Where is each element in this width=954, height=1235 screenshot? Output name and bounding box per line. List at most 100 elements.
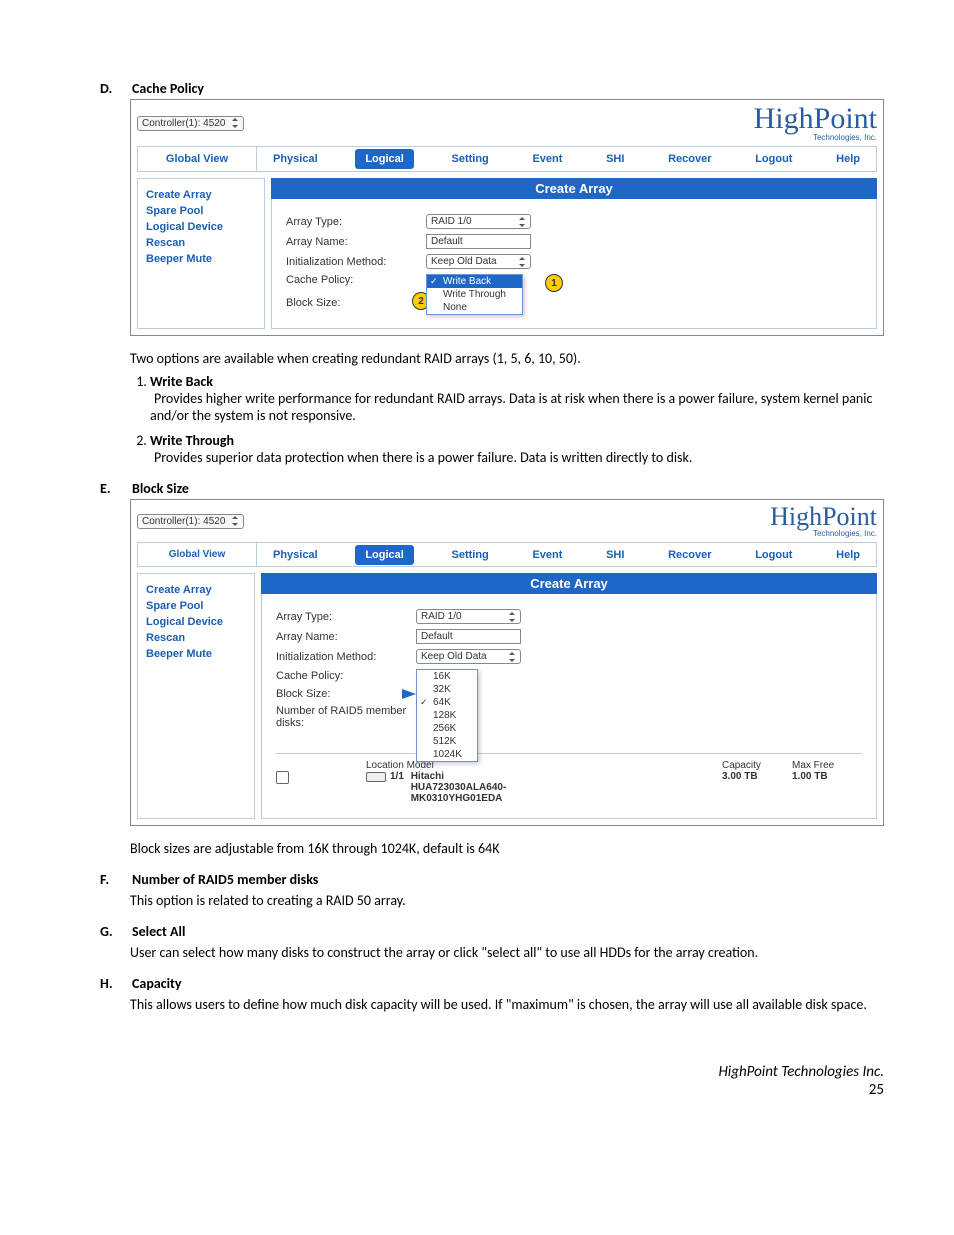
option-256k[interactable]: 256K xyxy=(417,722,477,735)
tab-logical[interactable]: Logical xyxy=(355,149,414,169)
select-init-method[interactable]: Keep Old Data xyxy=(416,649,521,664)
option-64k[interactable]: 64K xyxy=(417,696,477,709)
spinner-icon xyxy=(508,652,516,662)
panel-title: Create Array xyxy=(261,573,877,594)
label-init-method: Initialization Method: xyxy=(276,651,416,663)
tab-setting[interactable]: Setting xyxy=(446,545,495,565)
sidebar-spare-pool[interactable]: Spare Pool xyxy=(146,600,246,612)
section-f-title: Number of RAID5 member disks xyxy=(132,871,318,888)
nav-global-view[interactable]: Global View xyxy=(138,147,257,171)
option-none[interactable]: None xyxy=(427,301,522,314)
option-write-back[interactable]: Write Back xyxy=(427,275,522,288)
select-array-type[interactable]: RAID 1/0 xyxy=(416,609,521,624)
label-array-name: Array Name: xyxy=(286,236,426,248)
option-512k[interactable]: 512K xyxy=(417,735,477,748)
callout-1: 1 xyxy=(545,274,563,292)
section-d-intro: Two options are available when creating … xyxy=(130,350,884,367)
spinner-icon xyxy=(518,217,526,227)
label-cache-policy: Cache Policy: xyxy=(276,670,416,682)
section-f-heading: F. Number of RAID5 member disks xyxy=(100,871,884,888)
sidebar-beeper-mute[interactable]: Beeper Mute xyxy=(146,253,256,265)
item-write-through-body: Provides superior data protection when t… xyxy=(154,449,692,466)
tab-shi[interactable]: SHI xyxy=(600,149,630,169)
sidebar-logical-device[interactable]: Logical Device xyxy=(146,221,256,233)
cache-policy-list: Write Back Provides higher write perform… xyxy=(150,373,884,466)
option-write-through[interactable]: Write Through xyxy=(427,288,522,301)
input-array-name[interactable]: Default xyxy=(426,234,531,249)
disk-table-header: Location Model Capacity Max Free xyxy=(276,753,862,771)
label-block-size: Block Size: xyxy=(276,688,330,700)
tab-physical[interactable]: Physical xyxy=(267,149,324,169)
sidebar-create-array[interactable]: Create Array xyxy=(146,584,246,596)
highpoint-logo: HighPoint Technologies, Inc. xyxy=(754,104,877,142)
label-array-name: Array Name: xyxy=(276,631,416,643)
option-128k[interactable]: 128K xyxy=(417,709,477,722)
section-e-title: Block Size xyxy=(132,480,189,497)
disk-icon xyxy=(366,772,386,782)
tab-help[interactable]: Help xyxy=(830,545,866,565)
sidebar: Create Array Spare Pool Logical Device R… xyxy=(137,178,265,329)
nav-global-view[interactable]: Global View xyxy=(138,543,257,566)
controller-select[interactable]: Controller(1): 4520 xyxy=(137,514,244,529)
tab-logical[interactable]: Logical xyxy=(355,545,414,565)
controller-select[interactable]: Controller(1): 4520 xyxy=(137,116,244,131)
option-1024k[interactable]: 1024K xyxy=(417,748,477,761)
option-32k[interactable]: 32K xyxy=(417,683,477,696)
sidebar: Create Array Spare Pool Logical Device R… xyxy=(137,573,255,819)
section-g-title: Select All xyxy=(132,923,185,940)
tab-shi[interactable]: SHI xyxy=(600,545,630,565)
section-e-heading: E. Block Size xyxy=(100,480,884,497)
footer-company: HighPoint Technologies Inc. xyxy=(718,1063,884,1081)
input-array-name[interactable]: Default xyxy=(416,629,521,644)
row-checkbox[interactable] xyxy=(276,771,289,784)
spinner-icon xyxy=(518,257,526,267)
sidebar-create-array[interactable]: Create Array xyxy=(146,189,256,201)
item-write-through-title: Write Through xyxy=(150,432,234,449)
sidebar-beeper-mute[interactable]: Beeper Mute xyxy=(146,648,246,660)
tab-logout[interactable]: Logout xyxy=(749,545,798,565)
sidebar-rescan[interactable]: Rescan xyxy=(146,632,246,644)
section-g-heading: G. Select All xyxy=(100,923,884,940)
highpoint-logo: HighPoint Technologies, Inc. xyxy=(770,504,877,538)
option-16k[interactable]: 16K xyxy=(417,670,477,683)
spinner-icon xyxy=(231,516,239,526)
tab-recover[interactable]: Recover xyxy=(662,545,717,565)
spinner-icon xyxy=(508,612,516,622)
dropdown-cache-policy[interactable]: Write Back Write Through None xyxy=(426,274,523,315)
section-h-heading: H. Capacity xyxy=(100,975,884,992)
section-d-title: Cache Policy xyxy=(132,80,204,97)
dropdown-block-size[interactable]: 16K 32K 64K 128K 256K 512K 1024K xyxy=(416,669,478,762)
screenshot-cache-policy: Controller(1): 4520 HighPoint Technologi… xyxy=(130,99,884,336)
section-h-body: This allows users to define how much dis… xyxy=(130,996,884,1013)
label-array-type: Array Type: xyxy=(286,216,426,228)
tab-event[interactable]: Event xyxy=(526,149,568,169)
section-d-letter: D. xyxy=(100,80,120,97)
section-h-title: Capacity xyxy=(132,975,182,992)
section-f-body: This option is related to creating a RAI… xyxy=(130,892,884,909)
page-footer: HighPoint Technologies Inc. 25 xyxy=(100,1063,884,1099)
sidebar-spare-pool[interactable]: Spare Pool xyxy=(146,205,256,217)
section-e-letter: E. xyxy=(100,480,120,497)
footer-page: 25 xyxy=(869,1081,884,1099)
label-init-method: Initialization Method: xyxy=(286,256,426,268)
tab-logout[interactable]: Logout xyxy=(749,149,798,169)
tab-setting[interactable]: Setting xyxy=(446,149,495,169)
tab-physical[interactable]: Physical xyxy=(267,545,324,565)
select-array-type[interactable]: RAID 1/0 xyxy=(426,214,531,229)
section-g-body: User can select how many disks to constr… xyxy=(130,944,884,961)
section-e-body: Block sizes are adjustable from 16K thro… xyxy=(130,840,884,857)
select-init-method[interactable]: Keep Old Data xyxy=(426,254,531,269)
sidebar-logical-device[interactable]: Logical Device xyxy=(146,616,246,628)
screenshot-block-size: Controller(1): 4520 HighPoint Technologi… xyxy=(130,499,884,826)
tab-event[interactable]: Event xyxy=(526,545,568,565)
tab-help[interactable]: Help xyxy=(830,149,866,169)
label-cache-policy: Cache Policy: xyxy=(286,274,426,286)
item-write-back-body: Provides higher write performance for re… xyxy=(150,390,872,424)
disk-table-row: 1/1 Hitachi HUA723030ALA640- MK0310YHG01… xyxy=(276,771,862,804)
spinner-icon xyxy=(231,118,239,128)
section-d-heading: D. Cache Policy xyxy=(100,80,884,97)
label-array-type: Array Type: xyxy=(276,611,416,623)
label-raid5-members: Number of RAID5 member disks: xyxy=(276,705,416,729)
sidebar-rescan[interactable]: Rescan xyxy=(146,237,256,249)
tab-recover[interactable]: Recover xyxy=(662,149,717,169)
